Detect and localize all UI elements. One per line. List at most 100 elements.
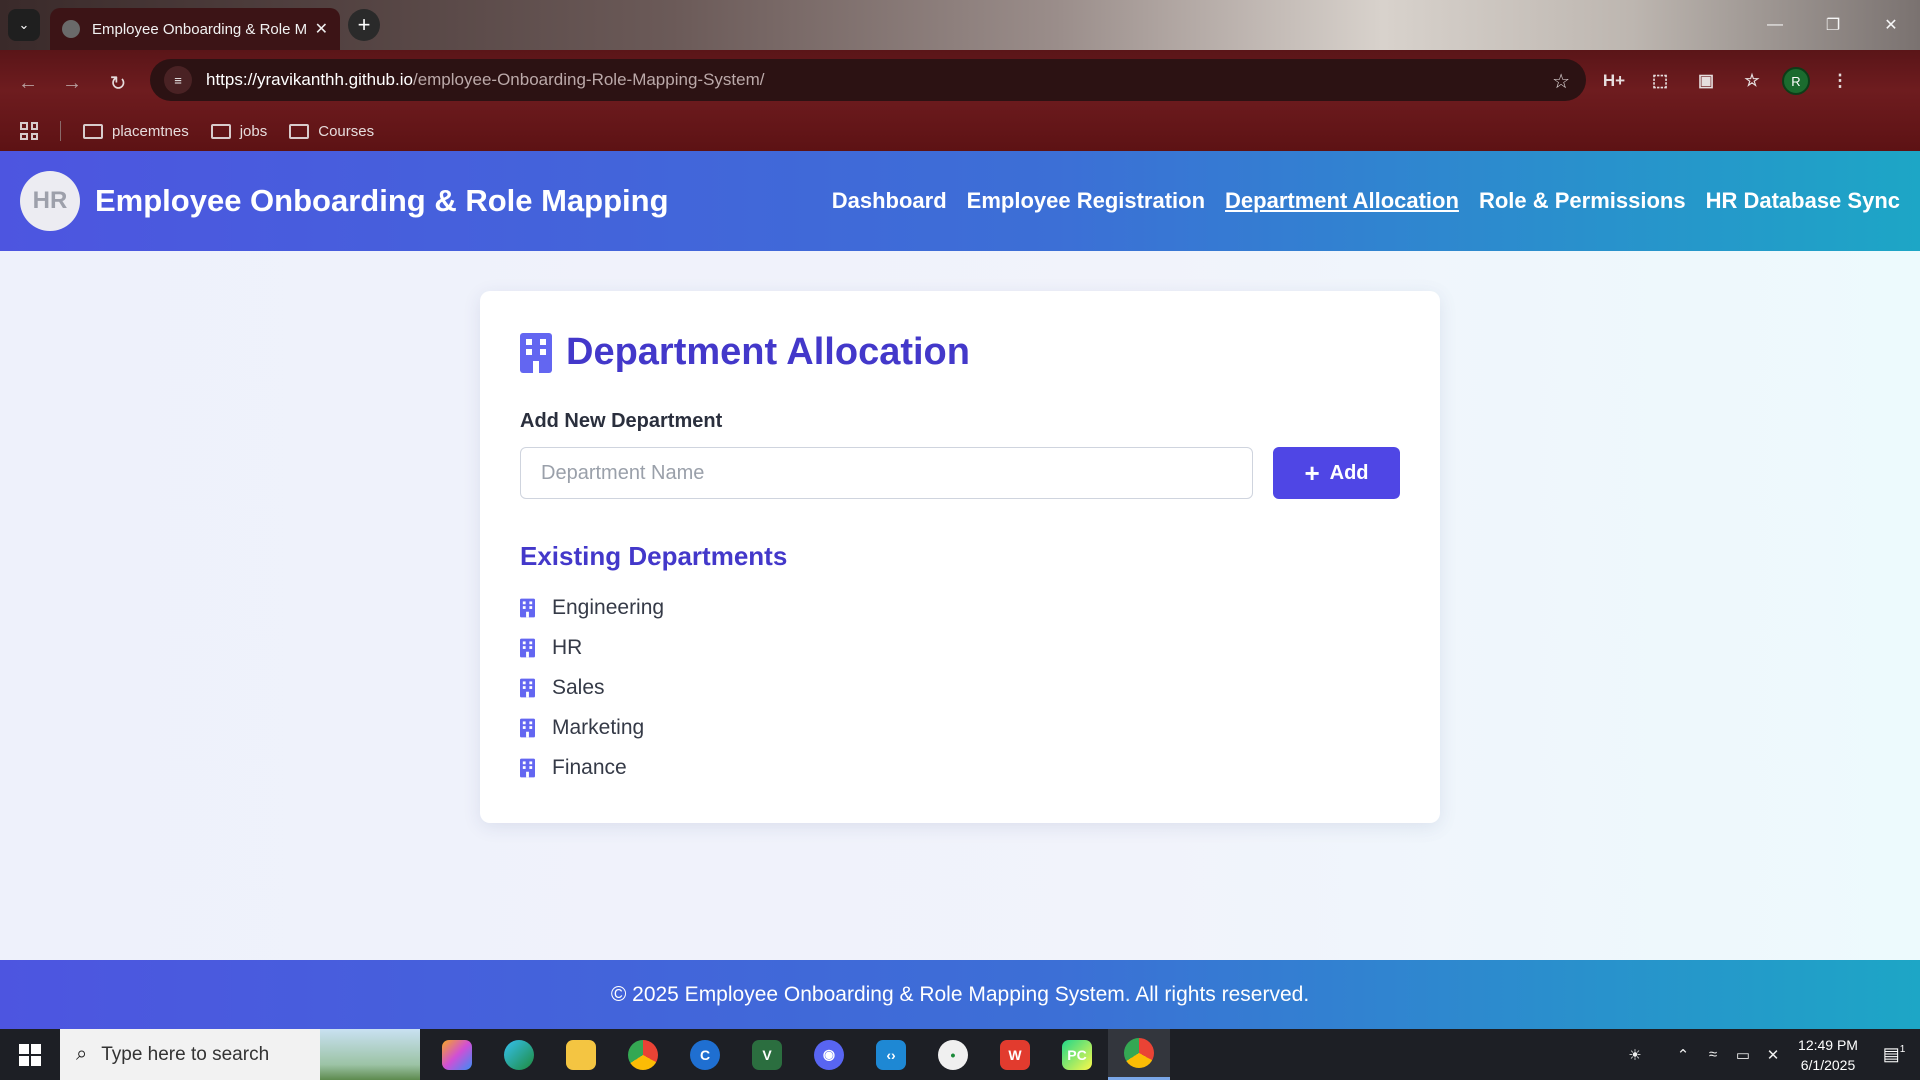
bookmark-label: jobs [239, 122, 268, 140]
weather-icon[interactable]: ☀ [1620, 1046, 1650, 1064]
bookmark-star-icon[interactable]: ☆ [1552, 69, 1570, 94]
nav-role-permissions[interactable]: Role & Permissions [1479, 188, 1686, 214]
footer-copyright: © 2025 Employee Onboarding & Role Mappin… [610, 982, 1310, 1006]
department-list-item: HR [520, 628, 1400, 668]
tray-overflow-chevron-icon[interactable]: ⌃ [1668, 1046, 1698, 1064]
file-explorer-app[interactable] [550, 1029, 612, 1080]
bookmarks-divider [60, 121, 61, 141]
search-icon: ⌕ [76, 1043, 88, 1065]
battery-icon[interactable]: ▭ [1728, 1046, 1758, 1064]
pycharm-app[interactable]: PC [1046, 1029, 1108, 1080]
bookmark-jobs[interactable]: jobs [210, 122, 268, 140]
vscode-app[interactable]: ‹› [860, 1029, 922, 1080]
url-host: https://yravikanthh.github.io [206, 70, 413, 89]
nav-employee-registration[interactable]: Employee Registration [967, 188, 1205, 214]
menu-kebab-icon[interactable]: ⋮ [1824, 65, 1856, 97]
c-app-icon: C [690, 1039, 720, 1070]
nav-hr-database-sync[interactable]: HR Database Sync [1706, 188, 1900, 214]
restore-icon[interactable]: ❐ [1804, 0, 1862, 50]
notification-center-icon[interactable]: ▤ 1 [1868, 1044, 1920, 1065]
browser-tab-active[interactable]: Employee Onboarding & Role M ✕ [50, 8, 340, 50]
c-app[interactable]: C [674, 1029, 736, 1080]
department-name: Engineering [552, 596, 665, 619]
folder-app-icon [566, 1039, 596, 1070]
wps-icon: W [1000, 1039, 1030, 1070]
department-list: Engineering HR Sales Marketing Finance [520, 588, 1400, 788]
new-tab-plus-icon[interactable]: + [348, 9, 380, 41]
favorites-icon[interactable]: ☆ [1736, 65, 1768, 97]
add-department-label: Add New Department [520, 410, 723, 432]
nav-department-allocation[interactable]: Department Allocation [1225, 188, 1459, 214]
site-title: Employee Onboarding & Role Mapping [95, 183, 669, 218]
vs-icon: V [752, 1039, 782, 1070]
department-name-input[interactable] [520, 447, 1253, 499]
hr-logo: HR [20, 171, 80, 231]
taskbar-apps: C V ◉ ‹› • W PC [426, 1029, 1170, 1080]
taskbar-search[interactable]: ⌕ Type here to search [60, 1029, 420, 1080]
department-list-item: Engineering [520, 588, 1400, 628]
discord-app[interactable]: ◉ [798, 1029, 860, 1080]
windows-logo-icon [19, 1043, 41, 1066]
h-plus-extension-icon[interactable]: H+ [1598, 65, 1630, 97]
copilot-app[interactable] [426, 1029, 488, 1080]
main-nav: Dashboard Employee Registration Departme… [832, 151, 1900, 251]
address-bar[interactable]: ≡ https://yravikanthh.github.io/employee… [150, 59, 1586, 101]
apps-grid-icon[interactable] [20, 122, 38, 140]
wps-app[interactable]: W [984, 1029, 1046, 1080]
edge-app[interactable] [488, 1029, 550, 1080]
mongodb-app[interactable]: • [922, 1029, 984, 1080]
bookmark-courses[interactable]: Courses [289, 123, 374, 140]
url-path: /employee-Onboarding-Role-Mapping-System… [412, 70, 765, 89]
page-viewport: HR Employee Onboarding & Role Mapping Da… [0, 151, 1920, 1029]
nav-dashboard[interactable]: Dashboard [832, 188, 947, 214]
tab-close-icon[interactable]: ✕ [315, 19, 328, 39]
wifi-icon[interactable]: ≈ [1698, 1046, 1728, 1063]
bookmark-label: Courses [318, 122, 375, 140]
close-window-icon[interactable]: ✕ [1862, 0, 1920, 50]
volume-muted-icon[interactable]: ✕ [1758, 1046, 1788, 1064]
extension-area: H+ ⬚ ▣ ☆ R ⋮ [1598, 65, 1856, 97]
add-department-button[interactable]: + Add [1273, 447, 1400, 499]
profile-avatar[interactable]: R [1782, 67, 1810, 95]
taskbar-search-placeholder: Type here to search [101, 1043, 270, 1065]
screenshot-icon[interactable]: ▣ [1690, 65, 1722, 97]
chrome-profile-icon [1124, 1038, 1154, 1068]
site-header: HR Employee Onboarding & Role Mapping Da… [0, 151, 1920, 251]
site-settings-icon[interactable]: ≡ [164, 66, 192, 94]
discord-icon: ◉ [814, 1039, 844, 1070]
edge-icon [504, 1039, 534, 1070]
clock-date: 6/1/2025 [1800, 1056, 1856, 1073]
department-name: HR [552, 636, 583, 659]
vscode-icon: ‹› [876, 1039, 906, 1070]
notification-count: 1 [1899, 1044, 1906, 1055]
chrome-profile-app[interactable] [1108, 1029, 1170, 1080]
clock-time: 12:49 PM [1798, 1036, 1858, 1053]
existing-departments-heading: Existing Departments [520, 541, 788, 571]
forward-arrow-icon[interactable]: → [54, 65, 90, 101]
building-icon [520, 332, 552, 373]
tab-title: Employee Onboarding & Role M [92, 20, 307, 38]
vs-app[interactable]: V [736, 1029, 798, 1080]
browser-tabstrip: ⌄ Employee Onboarding & Role M ✕ + — ❐ ✕ [0, 0, 1920, 50]
search-highlight-image [320, 1029, 420, 1080]
bookmark-placemtnes[interactable]: placemtnes [83, 123, 189, 140]
department-list-item: Sales [520, 668, 1400, 708]
department-list-item: Finance [520, 748, 1400, 788]
building-icon [520, 718, 535, 738]
department-list-item: Marketing [520, 708, 1400, 748]
copilot-icon [442, 1039, 472, 1070]
minimize-icon[interactable]: — [1746, 0, 1804, 50]
extensions-puzzle-icon[interactable]: ⬚ [1644, 65, 1676, 97]
site-footer: © 2025 Employee Onboarding & Role Mappin… [0, 960, 1920, 1029]
start-button[interactable] [0, 1029, 60, 1080]
chrome-app[interactable] [612, 1029, 674, 1080]
tab-search-chevron-icon[interactable]: ⌄ [8, 9, 40, 41]
reload-icon[interactable]: ↻ [100, 65, 136, 101]
add-department-row: + Add [520, 447, 1400, 499]
window-controls: — ❐ ✕ [1746, 0, 1920, 50]
back-arrow-icon[interactable]: ← [10, 65, 46, 101]
folder-icon [83, 123, 103, 139]
taskbar-clock[interactable]: 12:49 PM 6/1/2025 [1788, 1035, 1868, 1075]
folder-icon [210, 123, 231, 139]
folder-icon [289, 123, 310, 139]
